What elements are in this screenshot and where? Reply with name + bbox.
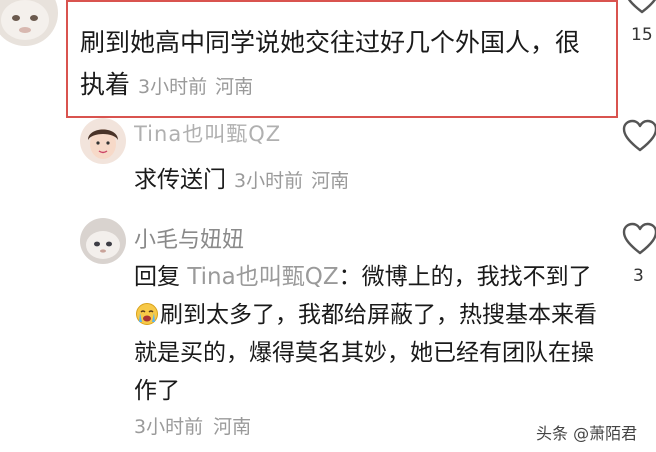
comment-body-part2: 刷到太多了，我都给屏蔽了，热搜基本来看就是买的，爆得莫名其妙，她已经有团队在操作… [134, 302, 597, 404]
comment-text: 回复 Tina也叫甄QZ：微博上的，我找不到了 刷到太多了，我都给屏蔽了，热搜基… [134, 258, 604, 410]
crying-face-icon [135, 300, 159, 325]
avatar[interactable] [80, 218, 126, 264]
like-count: 15 [631, 25, 653, 45]
watermark: 头条 @萧陌君 [536, 424, 638, 443]
comment-time: 3小时前 [138, 76, 208, 98]
comment-text: 求传送门 3小时前 河南 [134, 160, 349, 194]
comment-location: 河南 [311, 170, 350, 192]
like-icon[interactable] [621, 221, 656, 257]
comment-time: 3小时前 [134, 416, 204, 438]
reply-mention[interactable]: Tina也叫甄QZ [187, 264, 338, 290]
comment-time: 3小时前 [234, 170, 304, 192]
comment-location: 河南 [213, 416, 252, 438]
avatar[interactable] [80, 118, 126, 164]
like-count: 3 [633, 266, 644, 286]
comment-location: 河南 [215, 76, 254, 98]
comment-body-part1: ：微博上的，我找不到了 [338, 264, 592, 290]
reply-prefix: 回复 [134, 264, 180, 290]
comment-meta: 3小时前 河南 [134, 412, 251, 439]
username[interactable]: 小毛与妞妞 [134, 222, 244, 254]
comment-body: 求传送门 [134, 167, 226, 193]
like-icon[interactable] [621, 118, 656, 154]
username[interactable]: Tina也叫甄QZ [134, 124, 281, 148]
avatar[interactable] [0, 0, 58, 46]
comment-text: 刷到她高中同学说她交往过好几个外国人，很执着 3小时前 河南 [80, 22, 600, 108]
like-icon[interactable] [623, 0, 656, 16]
